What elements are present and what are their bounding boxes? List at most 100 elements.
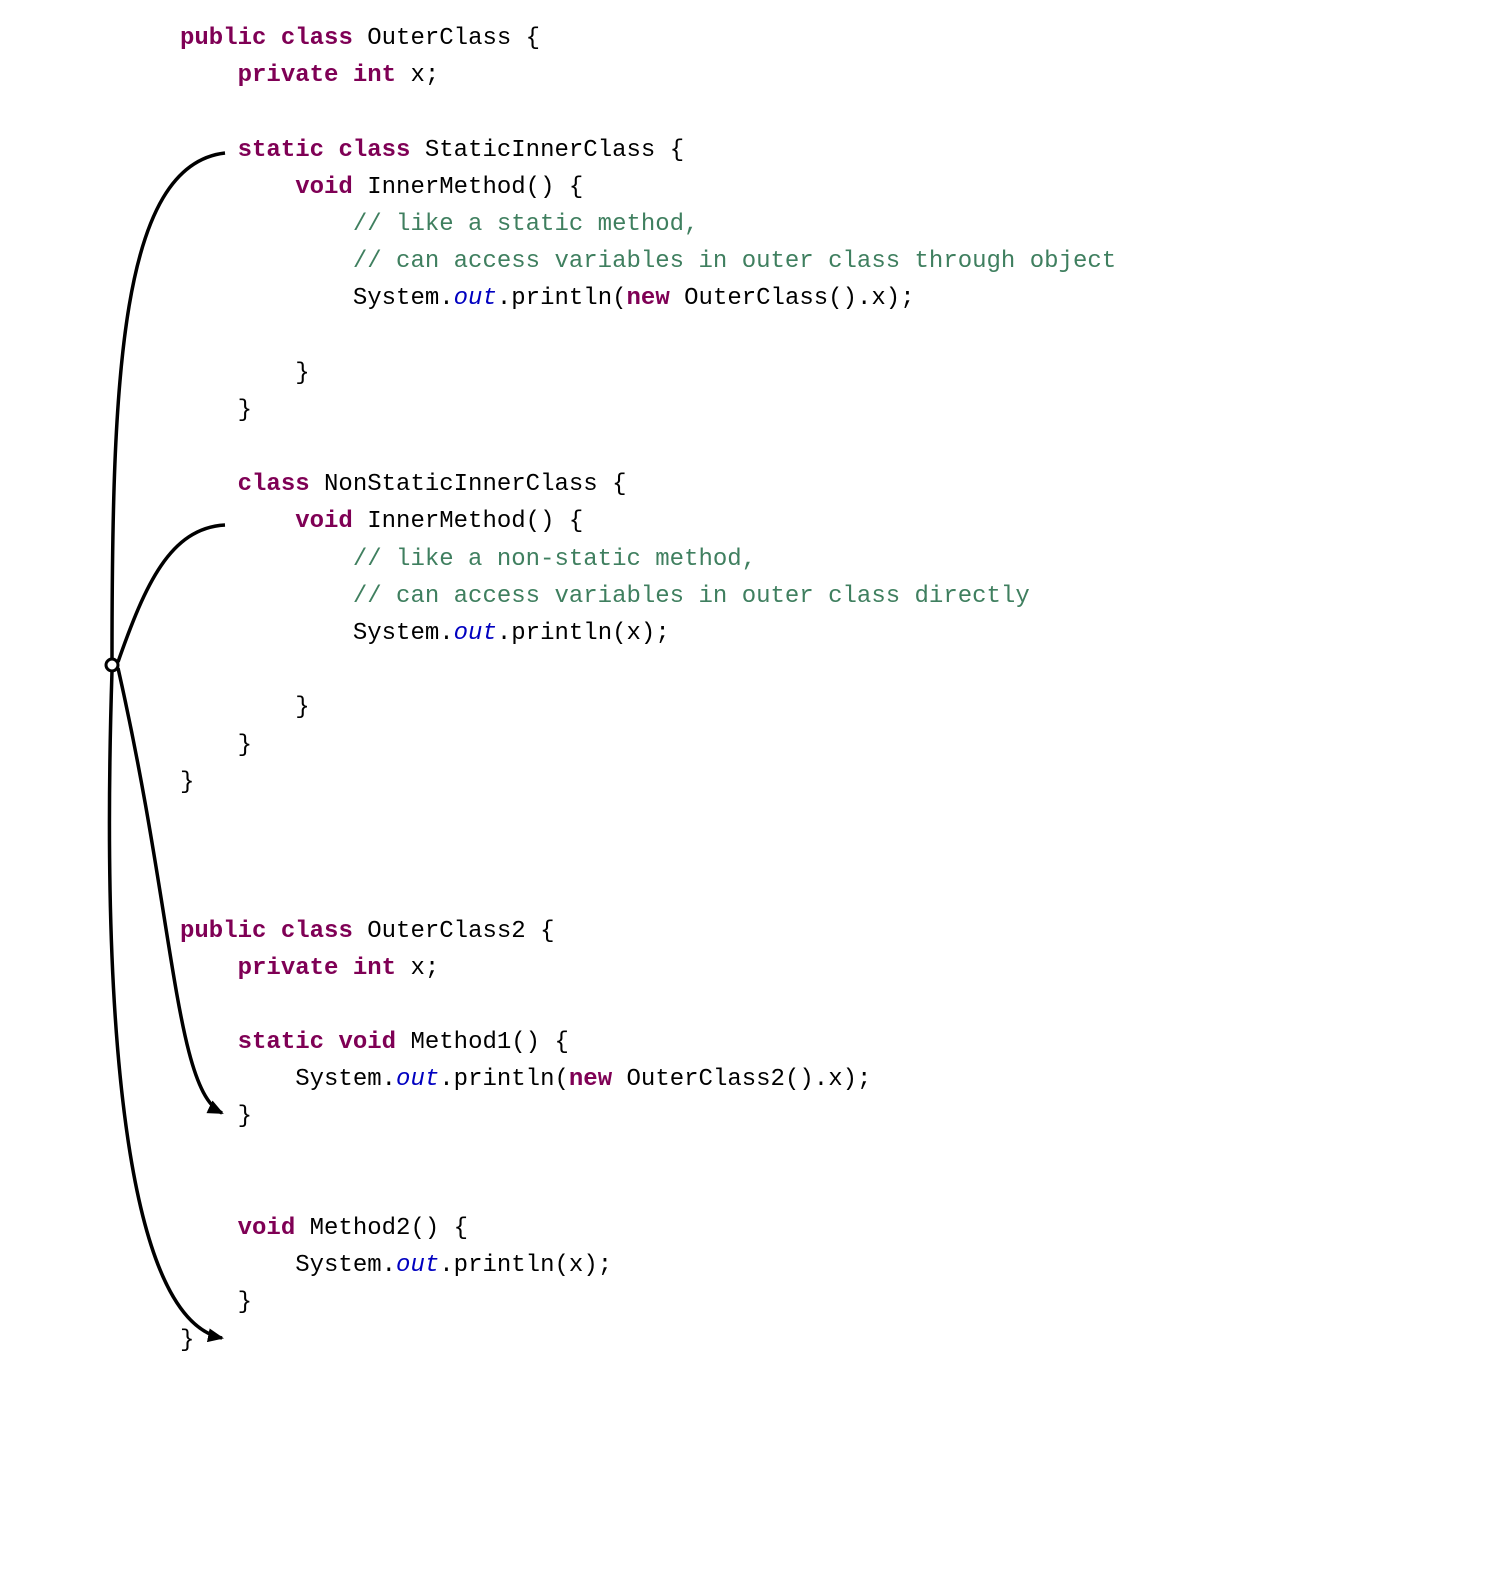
- dot: .: [439, 1066, 453, 1093]
- id-out: out: [396, 1066, 439, 1093]
- id-system: System: [353, 620, 439, 647]
- text: {: [526, 918, 555, 945]
- method-name-m2: Method2: [310, 1215, 411, 1242]
- text: }: [180, 769, 194, 796]
- var-x: x: [871, 285, 885, 312]
- method-name-m1: Method1: [410, 1029, 511, 1056]
- id-println: println: [511, 620, 612, 647]
- indent: }: [180, 360, 310, 387]
- hub-circle-icon: [106, 659, 118, 671]
- indent: [180, 508, 295, 535]
- space: [310, 471, 324, 498]
- indent: }: [180, 1289, 252, 1316]
- indent: [180, 248, 353, 275]
- keyword-class: class: [281, 918, 353, 945]
- space: [353, 918, 367, 945]
- text: () {: [526, 508, 584, 535]
- indent: [180, 174, 295, 201]
- dot: .: [382, 1066, 396, 1093]
- comment-static-2: // can access variables in outer class t…: [353, 248, 1116, 275]
- text: {: [598, 471, 627, 498]
- text: () {: [410, 1215, 468, 1242]
- space: [338, 62, 352, 89]
- id-system: System: [295, 1252, 381, 1279]
- id-out: out: [396, 1252, 439, 1279]
- keyword-private: private: [238, 955, 339, 982]
- space: [324, 137, 338, 164]
- keyword-new: new: [627, 285, 670, 312]
- space: [324, 1029, 338, 1056]
- class-name-static-inner: StaticInnerClass: [425, 137, 655, 164]
- text: (: [555, 1066, 569, 1093]
- dot: .: [382, 1252, 396, 1279]
- text: ;: [425, 955, 439, 982]
- id-println: println: [511, 285, 612, 312]
- comment-static-1: // like a static method,: [353, 211, 699, 238]
- indent: [180, 620, 353, 647]
- dot: .: [439, 285, 453, 312]
- text: (: [612, 285, 626, 312]
- keyword-class: class: [338, 137, 410, 164]
- indent: [180, 546, 353, 573]
- var-x: x: [569, 1252, 583, 1279]
- text: }: [180, 1327, 194, 1354]
- space: [670, 285, 684, 312]
- text: ().: [828, 285, 871, 312]
- space: [396, 1029, 410, 1056]
- text: );: [843, 1066, 872, 1093]
- indent: [180, 471, 238, 498]
- id-out: out: [454, 620, 497, 647]
- space: [353, 508, 367, 535]
- class-name-outer: OuterClass: [684, 285, 828, 312]
- keyword-public: public: [180, 25, 266, 52]
- indent: }: [180, 397, 252, 424]
- keyword-private: private: [238, 62, 339, 89]
- space: [396, 62, 410, 89]
- text: {: [511, 25, 540, 52]
- space: [612, 1066, 626, 1093]
- keyword-void: void: [295, 508, 353, 535]
- text: (: [612, 620, 626, 647]
- space: [396, 955, 410, 982]
- comment-nonstatic-2: // can access variables in outer class d…: [353, 583, 1030, 610]
- indent: }: [180, 694, 310, 721]
- keyword-class: class: [281, 25, 353, 52]
- text: );: [583, 1252, 612, 1279]
- indent: [180, 1252, 295, 1279]
- keyword-int: int: [353, 62, 396, 89]
- keyword-class: class: [238, 471, 310, 498]
- keyword-static: static: [238, 137, 324, 164]
- indent: [180, 1215, 238, 1242]
- id-out: out: [454, 285, 497, 312]
- space: [353, 174, 367, 201]
- var-x: x: [627, 620, 641, 647]
- id-println: println: [454, 1252, 555, 1279]
- class-name-outer2: OuterClass2: [627, 1066, 785, 1093]
- indent: [180, 285, 353, 312]
- text: );: [641, 620, 670, 647]
- id-system: System: [295, 1066, 381, 1093]
- indent: [180, 211, 353, 238]
- text: );: [886, 285, 915, 312]
- dot: .: [439, 620, 453, 647]
- class-name-outer2: OuterClass2: [367, 918, 525, 945]
- var-x: x: [410, 955, 424, 982]
- space: [266, 918, 280, 945]
- dot: .: [497, 285, 511, 312]
- indent: [180, 1066, 295, 1093]
- comment-nonstatic-1: // like a non-static method,: [353, 546, 756, 573]
- var-x: x: [410, 62, 424, 89]
- keyword-static: static: [238, 1029, 324, 1056]
- diagram-container: public class OuterClass { private int x;…: [0, 0, 1488, 1594]
- dot: .: [439, 1252, 453, 1279]
- text: {: [655, 137, 684, 164]
- indent: [180, 137, 238, 164]
- id-println: println: [454, 1066, 555, 1093]
- class-name-outer: OuterClass: [367, 25, 511, 52]
- id-system: System: [353, 285, 439, 312]
- method-name-inner: InnerMethod: [367, 174, 525, 201]
- indent: }: [180, 1103, 252, 1130]
- text: ().: [785, 1066, 828, 1093]
- keyword-void: void: [295, 174, 353, 201]
- dot: .: [497, 620, 511, 647]
